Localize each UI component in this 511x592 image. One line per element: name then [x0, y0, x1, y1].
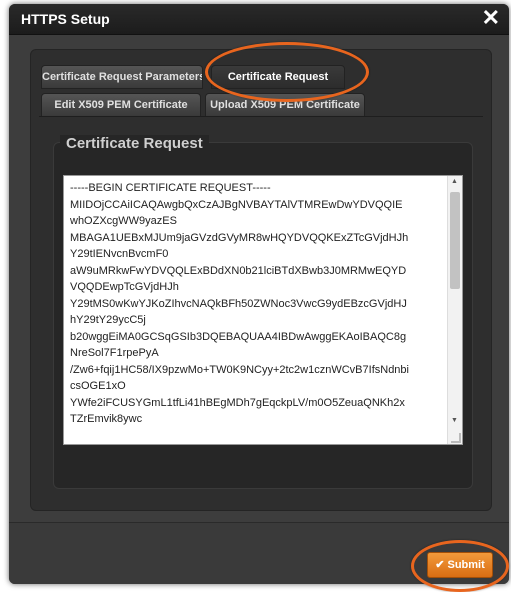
certificate-line: aW9uMRkwFwYDVQQLExBDdXN0b21lciBTdXBwb3J0… [70, 264, 407, 277]
certificate-line: csOGE1xO [70, 380, 126, 392]
certificate-line: whOZXcgWW9yazES [70, 215, 177, 227]
submit-button[interactable]: ✔ Submit [427, 552, 493, 578]
certificate-request-textarea[interactable]: -----BEGIN CERTIFICATE REQUEST----- MIID… [63, 175, 463, 445]
tab-edit-x509-pem-certificate[interactable]: Edit X509 PEM Certificate [41, 93, 201, 117]
certificate-line: MIIDOjCCAiICAQAwgbQxCzAJBgNVBAYTAlVTMREw… [70, 198, 403, 211]
certificate-line: Y29tIENvcnBvcmF0 [70, 248, 169, 260]
tab-divider [39, 116, 483, 117]
certificate-line: NreSol7F1rpePyA [70, 347, 159, 359]
certificate-line: YWfe2iFCUSYGmL1tfLi41hBEgMDh7gEqckpLV/m0… [70, 396, 405, 409]
certificate-request-section: Certificate Request -----BEGIN CERTIFICA… [53, 135, 473, 489]
certificate-line: -----BEGIN CERTIFICATE REQUEST----- [70, 182, 271, 194]
certificate-line: VQQDEwpTcGVjdHJh [70, 281, 179, 293]
textarea-scrollbar[interactable]: ▲ ▼ [447, 176, 462, 444]
tab-panel: Certificate Request Parameters Certifica… [30, 49, 492, 511]
section-legend: Certificate Request [60, 135, 209, 152]
certificate-line: TZrEmvik8ywc [70, 413, 143, 425]
dialog-title: HTTPS Setup [21, 11, 110, 27]
https-setup-dialog: HTTPS Setup ✕ Certificate Request Parame… [9, 4, 509, 584]
certificate-line: Y29tMS0wKwYJKoZIhvcNAQkBFh50ZWNoc3VwcG9y… [70, 297, 407, 310]
dialog-titlebar: HTTPS Setup ✕ [9, 4, 509, 35]
close-icon[interactable]: ✕ [482, 6, 500, 30]
certificate-line: /Zw6+fqij1HC58/IX9pzwMo+TW0K9NCyy+2tc2w1… [70, 363, 409, 376]
certificate-line: hY29tY29ycC5j [70, 314, 146, 326]
certificate-line: b20wggEiMA0GCSqGSIb3DQEBAQUAA4IBDwAwggEK… [70, 330, 407, 343]
scroll-up-icon[interactable]: ▲ [451, 178, 458, 185]
tab-certificate-request[interactable]: Certificate Request [211, 65, 345, 89]
certificate-line: MBAGA1UEBxMJUm9jaGVzdGVyMR8wHQYDVQQKExZT… [70, 231, 409, 244]
scrollbar-thumb[interactable] [450, 192, 460, 289]
certificate-text: -----BEGIN CERTIFICATE REQUEST----- MIID… [70, 180, 440, 428]
resize-grip-icon[interactable] [451, 433, 461, 443]
tab-upload-x509-pem-certificate[interactable]: Upload X509 PEM Certificate [205, 93, 365, 117]
scroll-down-icon[interactable]: ▼ [451, 417, 458, 424]
tab-certificate-request-parameters[interactable]: Certificate Request Parameters [41, 65, 203, 89]
